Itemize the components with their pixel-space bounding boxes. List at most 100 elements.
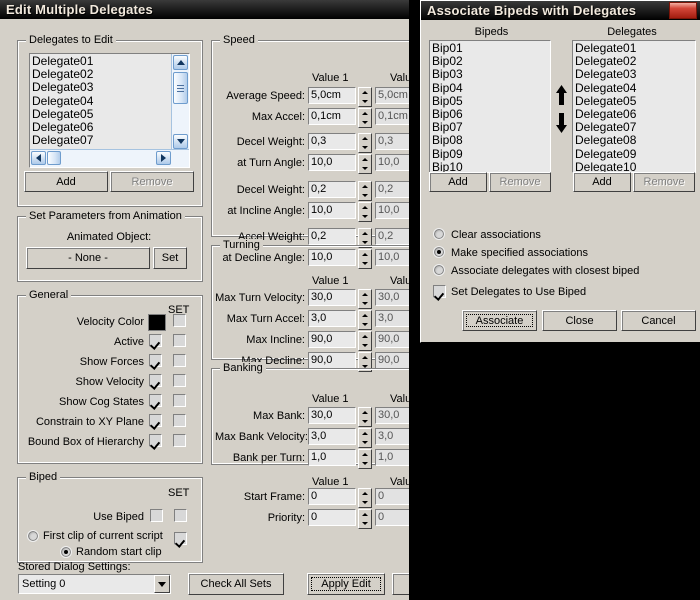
association-option-radio[interactable]	[433, 264, 445, 276]
close-icon[interactable]	[669, 2, 697, 19]
delegates-listbox-2[interactable]: Delegate01 Delegate02 Delegate03 Delegate04…	[572, 40, 696, 173]
stored-settings-combo[interactable]: Setting 0	[18, 574, 171, 594]
speed-row-value1-spinner[interactable]	[358, 133, 372, 153]
velocity-color-swatch[interactable]	[148, 314, 166, 331]
clip-row-value2-input[interactable]: 0	[375, 488, 409, 505]
banking-row-value2-input[interactable]: 1,0	[375, 449, 409, 466]
list-item[interactable]: Bip09	[432, 147, 550, 161]
speed-row-value2-input[interactable]: 0,1cm	[375, 108, 409, 125]
turning-row-value1-spinner[interactable]	[358, 310, 372, 330]
list-item[interactable]: Bip04	[432, 81, 550, 95]
turning-row-value1-spinner[interactable]	[358, 331, 372, 351]
list-item[interactable]: Delegate03	[32, 81, 189, 94]
speed-row-value1-input[interactable]: 0,3	[308, 133, 356, 150]
turning-row-value2-input[interactable]: 90,0	[375, 331, 409, 348]
speed-row-value1-input[interactable]: 0,1cm	[308, 108, 356, 125]
use-biped-set-checkbox[interactable]	[174, 509, 187, 522]
list-item[interactable]: Bip03	[432, 68, 550, 81]
general-row-checkbox[interactable]	[149, 334, 162, 347]
banking-row-value2-input[interactable]: 30,0	[375, 407, 409, 424]
list-item[interactable]: Delegate04	[575, 81, 695, 95]
speed-row-value2-input[interactable]: 10,0	[375, 154, 409, 171]
list-item[interactable]: Delegate09	[575, 147, 695, 161]
delegates-add-button[interactable]: Add	[24, 171, 108, 192]
clip-row-value1-input[interactable]: 0	[308, 488, 356, 505]
general-row-checkbox[interactable]	[149, 374, 162, 387]
clip-row-value1-input[interactable]: 0	[308, 509, 356, 526]
apply-edit-button[interactable]: Apply Edit	[307, 573, 385, 595]
check-all-sets-button[interactable]: Check All Sets	[188, 573, 284, 595]
delegates-remove-button-2[interactable]: Remove	[633, 172, 695, 192]
delegates-add-button-2[interactable]: Add	[573, 172, 631, 192]
chevron-down-icon[interactable]	[154, 575, 170, 593]
speed-row-value1-input[interactable]: 0,2	[308, 181, 356, 198]
banking-row-value2-input[interactable]: 3,0	[375, 428, 409, 445]
radio-first-clip[interactable]	[27, 530, 39, 542]
banking-row-value1-input[interactable]: 30,0	[308, 407, 356, 424]
bipeds-remove-button[interactable]: Remove	[489, 172, 551, 192]
association-option-radio[interactable]	[433, 228, 445, 240]
general-row-checkbox[interactable]	[149, 414, 162, 427]
turning-row-value1-input[interactable]: 30,0	[308, 289, 356, 306]
speed-row-value2-input[interactable]: 0,2	[375, 181, 409, 198]
speed-row-value1-spinner[interactable]	[358, 181, 372, 201]
delegates-to-edit-listbox[interactable]: Delegate01 Delegate02 Delegate03 Delegate04…	[29, 53, 190, 168]
association-option-radio[interactable]	[433, 246, 445, 258]
list-item[interactable]: Delegate03	[575, 68, 695, 81]
speed-row-value1-input[interactable]: 10,0	[308, 202, 356, 219]
scroll-up-button[interactable]	[173, 55, 188, 70]
general-row-set-checkbox[interactable]	[173, 434, 186, 447]
animated-object-picker[interactable]: - None -	[26, 247, 150, 269]
hscroll-thumb[interactable]	[47, 151, 61, 165]
turning-row-value2-input[interactable]: 90,0	[375, 352, 409, 369]
vscroll-thumb[interactable]	[173, 72, 188, 104]
delegates-remove-button[interactable]: Remove	[110, 171, 194, 192]
window1-titlebar[interactable]: Edit Multiple Delegates	[0, 0, 409, 19]
speed-row-value1-spinner[interactable]	[358, 108, 372, 128]
general-row-set-checkbox[interactable]	[173, 334, 186, 347]
speed-row-value1-spinner[interactable]	[358, 202, 372, 222]
speed-row-value1-input[interactable]: 0,2	[308, 228, 356, 245]
speed-row-value1-spinner[interactable]	[358, 87, 372, 107]
radio-random-clip[interactable]	[60, 546, 72, 558]
close-button-win2[interactable]: Close	[542, 310, 617, 331]
close-button-win1[interactable]: Close	[392, 573, 409, 595]
move-down-arrow-icon[interactable]	[551, 112, 571, 134]
turning-row-value1-input[interactable]: 90,0	[308, 331, 356, 348]
bipeds-listbox[interactable]: Bip01 Bip02 Bip03 Bip04 Bip05 Bip06 Bip07 Bip08…	[429, 40, 551, 173]
clip-row-value1-spinner[interactable]	[358, 488, 372, 508]
turning-row-value1-input[interactable]: 3,0	[308, 310, 356, 327]
scroll-right-button[interactable]	[156, 151, 171, 165]
speed-row-value2-input[interactable]: 0,2	[375, 228, 409, 245]
speed-row-value2-input[interactable]: 10,0	[375, 202, 409, 219]
general-row-set-checkbox[interactable]	[173, 374, 186, 387]
speed-row-value2-input[interactable]: 0,3	[375, 133, 409, 150]
list-item[interactable]: Delegate07	[32, 134, 189, 147]
turning-row-value2-input[interactable]: 30,0	[375, 289, 409, 306]
window2-titlebar[interactable]: Associate Bipeds with Delegates	[421, 1, 700, 20]
turning-row-value1-input[interactable]: 90,0	[308, 352, 356, 369]
list-item[interactable]: Delegate04	[32, 94, 189, 108]
bipeds-add-button[interactable]: Add	[429, 172, 487, 192]
speed-row-value1-spinner[interactable]	[358, 154, 372, 174]
banking-row-value1-spinner[interactable]	[358, 449, 372, 469]
banking-row-value1-input[interactable]: 1,0	[308, 449, 356, 466]
turning-row-value2-input[interactable]: 3,0	[375, 310, 409, 327]
general-row-checkbox[interactable]	[149, 434, 162, 447]
associate-button[interactable]: Associate	[462, 310, 537, 331]
scroll-down-button[interactable]	[173, 134, 188, 149]
cancel-button[interactable]: Cancel	[621, 310, 696, 331]
scroll-left-button[interactable]	[31, 151, 46, 165]
general-row-set-checkbox[interactable]	[173, 314, 186, 327]
speed-row-value1-input[interactable]: 10,0	[308, 154, 356, 171]
banking-row-value1-input[interactable]: 3,0	[308, 428, 356, 445]
delegates-list-hscrollbar[interactable]	[30, 149, 189, 167]
banking-row-value1-spinner[interactable]	[358, 407, 372, 427]
speed-row-value2-input[interactable]: 5,0cm	[375, 87, 409, 104]
list-item[interactable]: Bip08	[432, 134, 550, 147]
general-row-set-checkbox[interactable]	[173, 354, 186, 367]
use-biped-checkbox[interactable]	[150, 509, 163, 522]
general-row-checkbox[interactable]	[149, 354, 162, 367]
set-animated-object-button[interactable]: Set	[153, 247, 187, 269]
general-row-set-checkbox[interactable]	[173, 414, 186, 427]
